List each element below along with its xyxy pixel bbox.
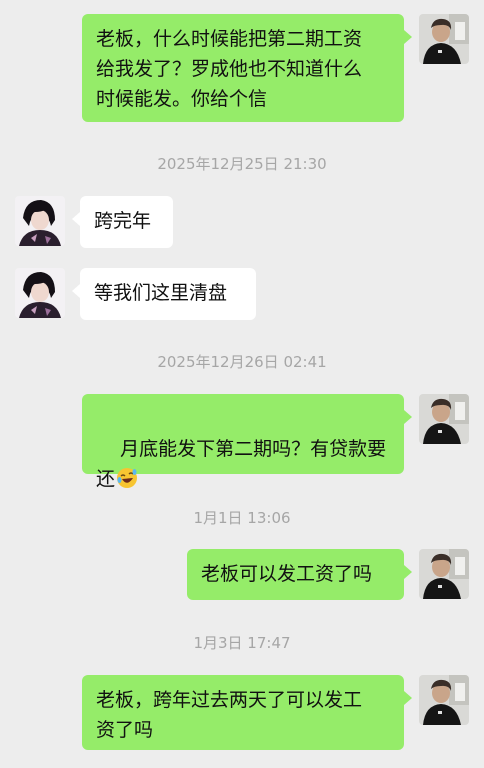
contact-avatar[interactable]	[15, 268, 65, 318]
message-bubble-outgoing[interactable]: 老板，什么时候能把第二期工资 给我发了？罗成他也不知道什么 时候能发。你给个信	[82, 14, 412, 122]
message-text: 月底能发下第二期吗？有贷款要 还	[96, 438, 387, 490]
message-bubble-outgoing[interactable]: 老板可以发工资了吗	[187, 549, 412, 600]
chat-timestamp: 2025年12月25日 21:30	[157, 155, 327, 173]
message-bubble-outgoing[interactable]: 老板，跨年过去两天了可以发工 资了吗	[82, 675, 412, 750]
my-avatar[interactable]	[419, 675, 469, 725]
my-avatar[interactable]	[419, 14, 469, 64]
rolling-on-floor-laughing-emoji	[116, 467, 138, 489]
chat-timestamp: 2025年12月26日 02:41	[157, 353, 327, 371]
message-bubble-incoming[interactable]: 等我们这里清盘	[72, 268, 256, 320]
my-avatar[interactable]	[419, 394, 469, 444]
my-avatar[interactable]	[419, 549, 469, 599]
message-bubble-outgoing[interactable]: 月底能发下第二期吗？有贷款要 还	[82, 394, 412, 490]
contact-avatar[interactable]	[15, 196, 65, 246]
chat-timestamp: 1月3日 17:47	[193, 634, 291, 652]
chat-timestamp: 1月1日 13:06	[193, 509, 291, 527]
message-bubble-incoming[interactable]: 跨完年	[72, 196, 173, 248]
